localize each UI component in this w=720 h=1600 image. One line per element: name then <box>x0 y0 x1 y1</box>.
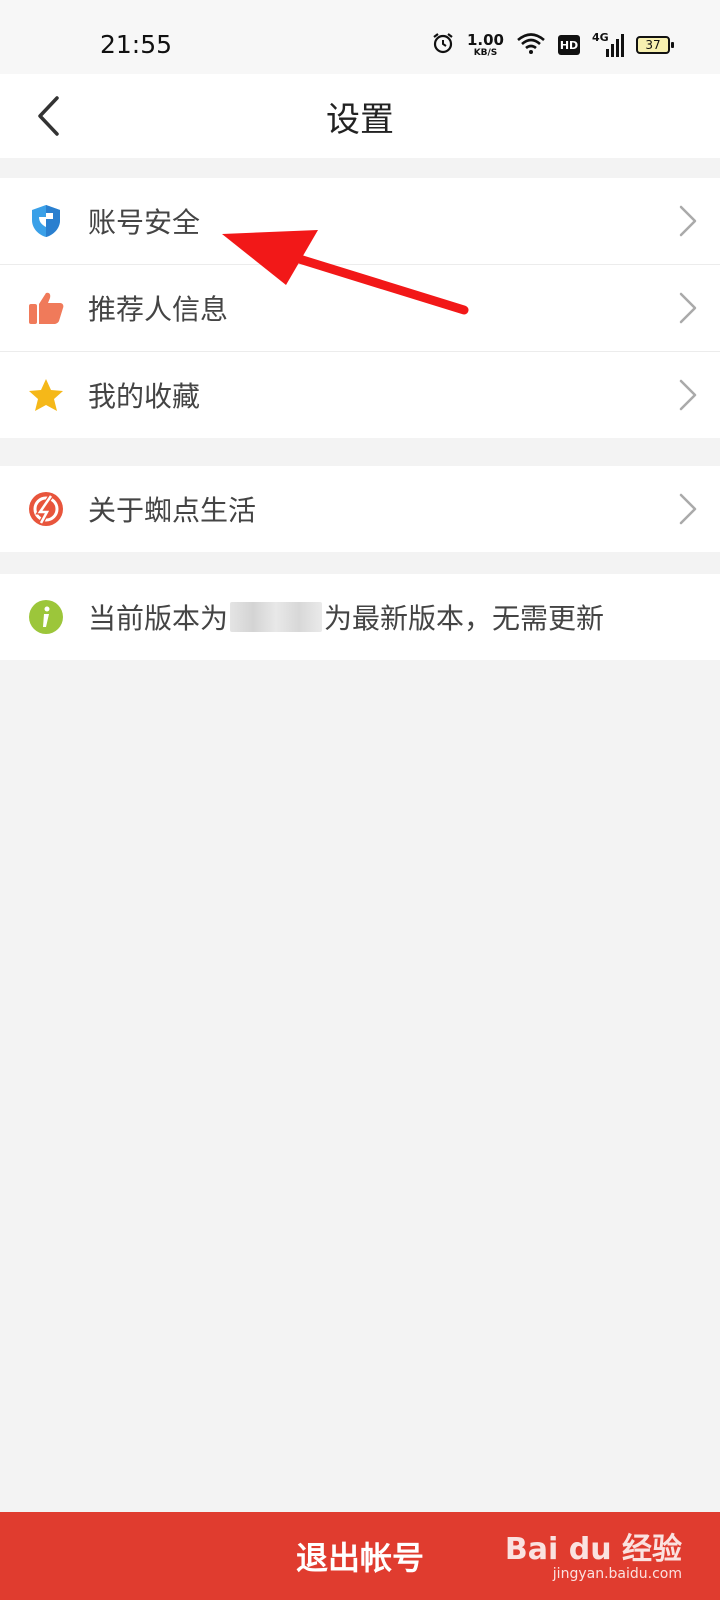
net-speed-value: 1.00 <box>466 30 504 49</box>
watermark-site: jingyan.baidu.com <box>552 1566 682 1582</box>
version-row: 当前版本为 为最新版本，无需更新 <box>0 574 720 660</box>
status-time: 21:55 <box>100 30 173 59</box>
star-icon <box>24 373 68 417</box>
shield-icon <box>24 199 68 243</box>
signal-icon: 4G <box>592 31 624 57</box>
settings-item-label: 推荐人信息 <box>88 293 229 326</box>
watermark-brand: Bai du 经验 <box>504 1532 682 1567</box>
settings-group-2: 关于蜘点生活 <box>0 466 720 552</box>
settings-item-account-security[interactable]: 账号安全 <box>0 178 720 265</box>
version-text: 当前版本为 为最新版本，无需更新 <box>88 597 604 637</box>
info-icon <box>24 595 68 639</box>
hd-label: HD <box>559 38 579 52</box>
version-prefix: 当前版本为 <box>88 602 229 635</box>
chevron-right-icon <box>679 379 697 411</box>
alarm-icon <box>431 31 455 59</box>
page-title: 设置 <box>326 99 394 140</box>
settings-item-label: 我的收藏 <box>88 380 201 413</box>
chevron-right-icon <box>679 292 697 324</box>
settings-item-referrer-info[interactable]: 推荐人信息 <box>0 265 720 352</box>
net-speed-unit: KB/S <box>473 47 498 58</box>
chevron-left-icon <box>38 96 59 136</box>
settings-item-my-favorites[interactable]: 我的收藏 <box>0 352 720 438</box>
version-info: 当前版本为 为最新版本，无需更新 <box>0 574 720 660</box>
hd-icon: HD <box>558 35 580 55</box>
app-logo-icon <box>24 487 68 531</box>
settings-item-label: 关于蜘点生活 <box>88 494 257 527</box>
thumbs-up-icon <box>24 286 68 330</box>
version-suffix: 为最新版本，无需更新 <box>324 602 605 635</box>
chevron-right-icon <box>679 205 697 237</box>
back-button[interactable] <box>20 88 76 144</box>
watermark-logo: Bai du 经验 jingyan.baidu.com <box>505 1524 682 1582</box>
settings-group-1: 账号安全 推荐人信息 我的收藏 <box>0 178 720 438</box>
settings-item-about[interactable]: 关于蜘点生活 <box>0 466 720 552</box>
status-bar: 21:55 1.00 KB/S HD 4G 37 <box>0 0 720 74</box>
wifi-icon <box>516 32 546 58</box>
net-speed: 1.00 KB/S <box>466 30 504 58</box>
logout-label: 退出帐号 <box>295 1539 424 1577</box>
status-icons: 1.00 KB/S HD 4G 37 <box>431 30 674 59</box>
battery-level: 37 <box>645 38 661 52</box>
battery-icon: 37 <box>636 36 674 54</box>
settings-item-label: 账号安全 <box>88 206 201 239</box>
chevron-right-icon <box>679 493 697 525</box>
version-number-redacted <box>230 602 323 632</box>
header: 设置 <box>0 74 720 158</box>
